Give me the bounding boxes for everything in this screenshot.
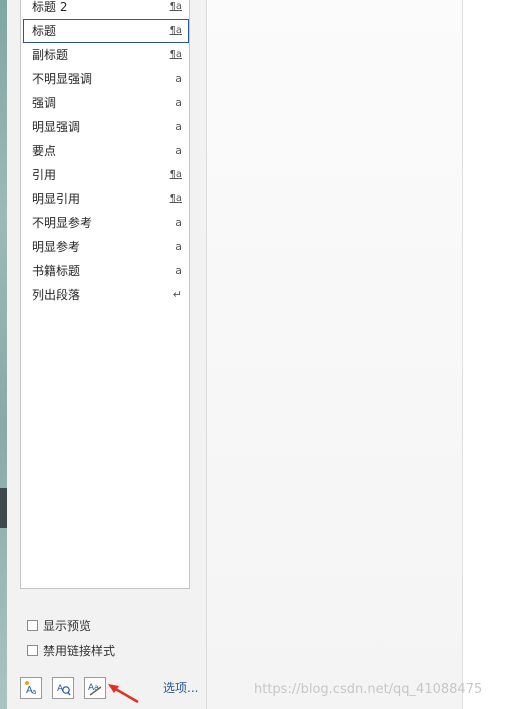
style-item-label: 要点	[32, 144, 57, 158]
style-item-label: 列出段落	[32, 288, 81, 302]
style-item-label: 强调	[32, 96, 57, 110]
style-item-label: 标题 2	[32, 0, 68, 14]
disable-linked-styles-label: 禁用链接样式	[43, 643, 116, 658]
style-item[interactable]: 明显引用 ¶a	[23, 187, 189, 211]
style-type-icon: ↵	[172, 288, 182, 301]
show-preview-label: 显示预览	[43, 618, 92, 633]
style-item-label: 明显引用	[32, 192, 81, 206]
red-arrow-annotation	[108, 684, 139, 704]
style-type-icon: ¶a	[169, 193, 183, 204]
style-item-label: 不明显强调	[32, 72, 93, 86]
style-item-label: 标题	[32, 24, 57, 38]
show-preview-checkbox[interactable]	[27, 619, 38, 631]
style-inspector-icon: A	[57, 684, 71, 696]
style-item[interactable]: 标题 2 ¶a	[23, 0, 189, 19]
svg-text:a: a	[32, 688, 36, 696]
style-type-icon: a	[175, 264, 182, 277]
style-item[interactable]: 强调 a	[23, 91, 189, 115]
disable-linked-styles-checkbox[interactable]	[27, 644, 38, 656]
style-item[interactable]: 明显参考 a	[23, 235, 189, 259]
style-type-icon: ¶a	[169, 25, 183, 36]
manage-styles-button[interactable]: A a	[84, 677, 106, 699]
style-item[interactable]: 引用 ¶a	[23, 163, 189, 187]
style-item-label: 引用	[32, 168, 57, 182]
style-type-icon: a	[175, 240, 182, 253]
style-item[interactable]: 书籍标题 a	[23, 259, 189, 283]
style-item[interactable]: 列出段落 ↵	[23, 283, 189, 307]
style-type-icon: a	[175, 216, 182, 229]
new-style-button[interactable]: A a	[20, 677, 42, 699]
style-item[interactable]: 不明显强调 a	[23, 67, 189, 91]
styles-list[interactable]: 标题 2 ¶a 标题 ¶a 副标题 ¶a 不明显强调 a 强调 a 明显强调 a 要点 a 引用 ¶a 明显引用…	[20, 0, 190, 589]
style-item-label: 不明显参考	[32, 216, 93, 230]
watermark: https://blog.csdn.net/qq_41088475	[254, 682, 483, 697]
style-item[interactable]: 要点 a	[23, 139, 189, 163]
new-style-icon: A a	[25, 681, 36, 696]
style-type-icon: a	[175, 72, 182, 85]
style-item-label: 书籍标题	[32, 264, 81, 278]
background-window-edge	[0, 0, 7, 709]
manage-styles-icon: A a	[88, 683, 102, 696]
style-type-icon: ¶a	[169, 169, 183, 180]
style-item-label: 明显参考	[32, 240, 81, 254]
style-item[interactable]: 不明显参考 a	[23, 211, 189, 235]
style-type-icon: ¶a	[169, 1, 183, 12]
show-preview-row[interactable]: 显示预览	[27, 617, 91, 633]
document-area	[207, 0, 463, 709]
styles-pane: 标题 2 ¶a 标题 ¶a 副标题 ¶a 不明显强调 a 强调 a 明显强调 a 要点 a 引用 ¶a 明显引用…	[7, 0, 207, 709]
style-type-icon: ¶a	[169, 49, 183, 60]
style-item[interactable]: 标题 ¶a	[23, 19, 189, 43]
style-item-label: 副标题	[32, 48, 69, 62]
disable-linked-styles-row[interactable]: 禁用链接样式	[27, 642, 115, 658]
style-type-icon: a	[175, 120, 182, 133]
style-item-label: 明显强调	[32, 120, 81, 134]
style-item[interactable]: 副标题 ¶a	[23, 43, 189, 67]
style-type-icon: a	[175, 96, 182, 109]
options-link[interactable]: 选项...	[163, 679, 198, 696]
style-item[interactable]: 明显强调 a	[23, 115, 189, 139]
style-inspector-button[interactable]: A	[52, 677, 74, 699]
style-type-icon: a	[175, 144, 182, 157]
